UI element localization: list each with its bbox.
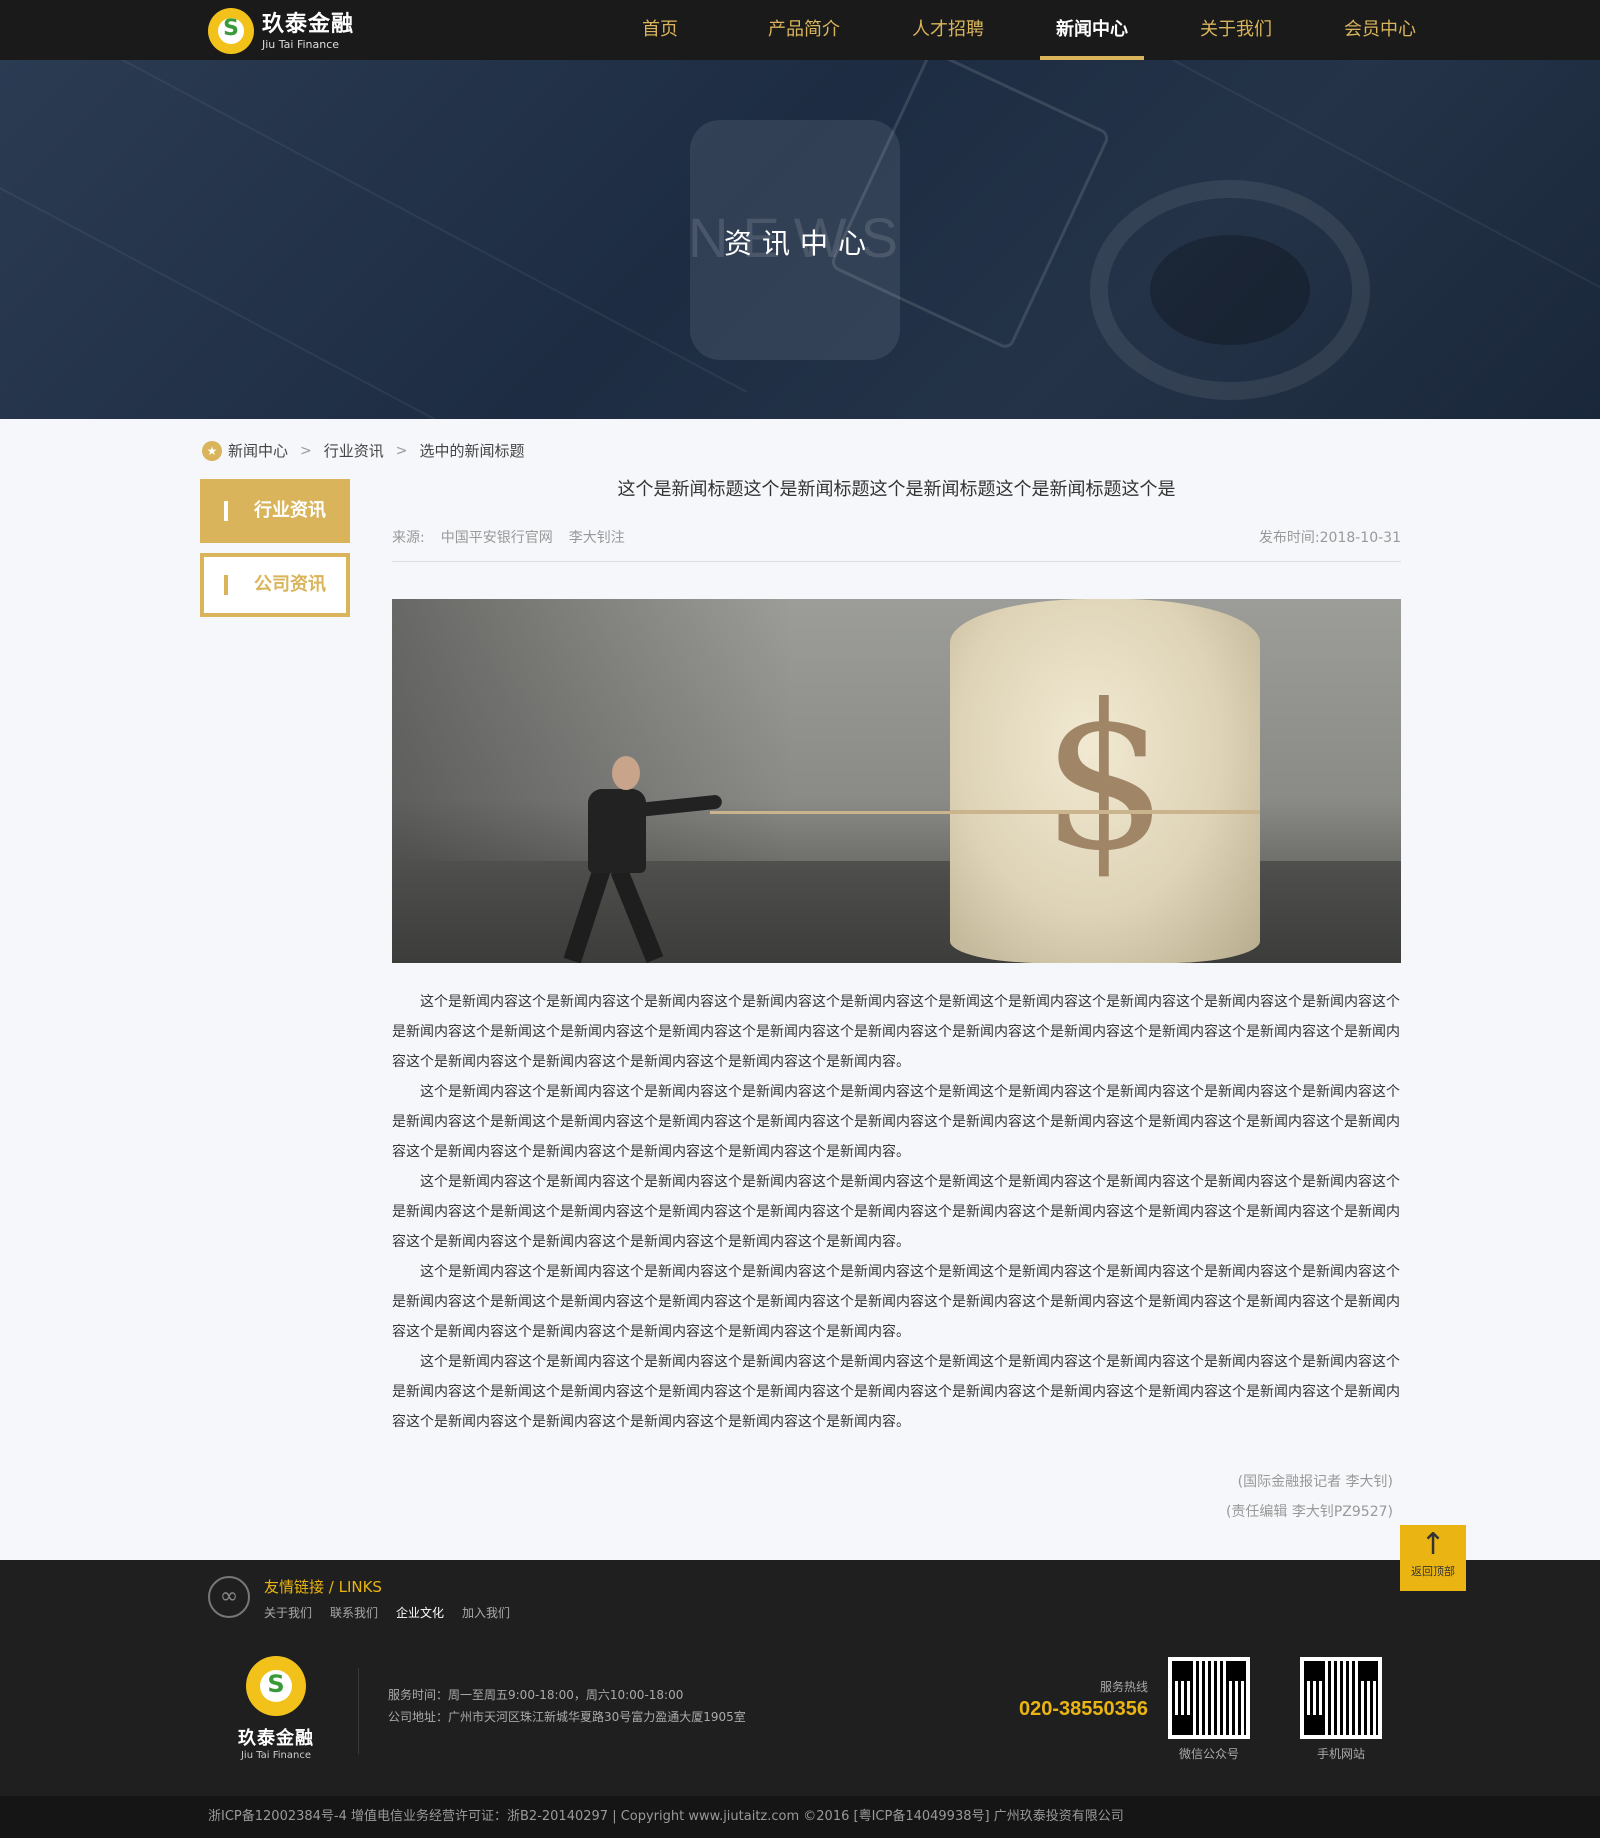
nav-about[interactable]: 关于我们 — [1164, 0, 1308, 60]
footer-link-culture[interactable]: 企业文化 — [396, 1604, 444, 1621]
article-date: 2018-10-31 — [1319, 530, 1401, 546]
article-body: 这个是新闻内容这个是新闻内容这个是新闻内容这个是新闻内容这个是新闻内容这个是新闻… — [392, 987, 1401, 1437]
dollar-icon: $ — [1041, 662, 1169, 895]
nav-products[interactable]: 产品简介 — [732, 0, 876, 60]
company-address: 公司地址：广州市天河区珠江新城华夏路30号富力盈通大厦1905室 — [388, 1710, 746, 1724]
breadcrumb-industry[interactable]: 行业资讯 — [324, 440, 384, 461]
logo-subtitle: Jiu Tai Finance — [262, 37, 340, 51]
article-image: $ — [392, 599, 1401, 963]
copyright-bar: 浙ICP备12002384号-4 增值电信业务经营许可证：浙B2-2014029… — [0, 1796, 1600, 1838]
footer-link-about[interactable]: 关于我们 — [264, 1604, 312, 1621]
service-hours: 服务时间：周一至周五9:00-18:00，周六10:00-18:00 — [388, 1688, 684, 1702]
article-credits: (国际金融报记者 李大钊) (责任编辑 李大钊PZ9527) — [392, 1467, 1401, 1527]
article-paragraph: 这个是新闻内容这个是新闻内容这个是新闻内容这个是新闻内容这个是新闻内容这个是新闻… — [392, 994, 1400, 1070]
company-info: 服务时间：周一至周五9:00-18:00，周六10:00-18:00 公司地址：… — [388, 1684, 746, 1728]
article-paragraph: 这个是新闻内容这个是新闻内容这个是新闻内容这个是新闻内容这个是新闻内容这个是新闻… — [392, 1174, 1400, 1250]
link-icon: ∞ — [208, 1576, 250, 1618]
nav-careers[interactable]: 人才招聘 — [876, 0, 1020, 60]
article-paragraph: 这个是新闻内容这个是新闻内容这个是新闻内容这个是新闻内容这个是新闻内容这个是新闻… — [392, 1264, 1400, 1340]
qr-code-icon — [1304, 1661, 1378, 1735]
footer-logo-name: 玖泰金融 — [238, 1728, 314, 1749]
article-title: 这个是新闻标题这个是新闻标题这个是新闻标题这个是新闻标题这个是 — [617, 479, 1176, 500]
footer-logo: 玖泰金融 Jiu Tai Finance — [236, 1656, 316, 1761]
wechat-qr: 微信公众号 — [1164, 1657, 1254, 1762]
editor-credit: (责任编辑 李大钊PZ9527) — [1225, 1504, 1393, 1520]
news-article: 这个是新闻标题这个是新闻标题这个是新闻标题这个是新闻标题这个是 来源: 中国平安银… — [392, 470, 1401, 1527]
back-to-top-button[interactable]: ↑ 返回顶部 — [1400, 1525, 1466, 1591]
logo-icon — [246, 1656, 306, 1716]
article-meta: 来源: 中国平安银行官网 李大钊注 发布时间:2018-10-31 — [392, 520, 1401, 562]
qr-label: 微信公众号 — [1178, 1747, 1239, 1761]
links-title: 友情链接 / LINKS — [264, 1578, 382, 1596]
article-source: 中国平安银行官网 — [440, 530, 553, 546]
footer-link-join[interactable]: 加入我们 — [462, 1604, 510, 1621]
hotline-label: 服务热线 — [1099, 1680, 1148, 1694]
arrow-up-icon: ↑ — [1420, 1527, 1446, 1562]
footer-logo-subtitle: Jiu Tai Finance — [240, 1750, 312, 1761]
source-label: 来源: — [392, 530, 425, 546]
hotline-number: 020-38550356 — [1018, 1698, 1148, 1720]
nav-home[interactable]: 首页 — [588, 0, 732, 60]
friend-links: 关于我们 联系我们 企业文化 加入我们 — [264, 1604, 528, 1621]
star-icon: ★ — [202, 440, 222, 461]
money-bag: $ — [950, 599, 1260, 963]
banner-title: 资讯中心 — [723, 227, 876, 260]
nav-member[interactable]: 会员中心 — [1308, 0, 1452, 60]
article-paragraph: 这个是新闻内容这个是新闻内容这个是新闻内容这个是新闻内容这个是新闻内容这个是新闻… — [392, 1354, 1400, 1430]
footer-divider — [358, 1668, 359, 1754]
main-nav: 首页 产品简介 人才招聘 新闻中心 关于我们 会员中心 — [588, 0, 1452, 60]
chevron-right-icon: > — [395, 442, 408, 459]
sidebar-item-label: 公司资讯 — [254, 574, 326, 595]
reporter-credit: (国际金融报记者 李大钊) — [1237, 1474, 1393, 1490]
site-header: 玖泰金融 Jiu Tai Finance 首页 产品简介 人才招聘 新闻中心 关… — [0, 0, 1600, 60]
back-to-top-label: 返回顶部 — [1411, 1565, 1455, 1578]
article-paragraph: 这个是新闻内容这个是新闻内容这个是新闻内容这个是新闻内容这个是新闻内容这个是新闻… — [392, 1084, 1400, 1160]
breadcrumb: ★ 新闻中心 > 行业资讯 > 选中的新闻标题 — [202, 440, 525, 461]
chevron-right-icon: > — [300, 442, 312, 459]
sidebar-item-label: 行业资讯 — [254, 500, 326, 521]
site-logo[interactable]: 玖泰金融 Jiu Tai Finance — [208, 8, 354, 54]
breadcrumb-news[interactable]: 新闻中心 — [228, 440, 288, 461]
site-footer: ∞ 友情链接 / LINKS 关于我们 联系我们 企业文化 加入我们 玖泰金融 … — [0, 1560, 1600, 1796]
footer-link-contact[interactable]: 联系我们 — [330, 1604, 378, 1621]
breadcrumb-current: 选中的新闻标题 — [419, 442, 525, 460]
sidebar-item-industry-news[interactable]: 行业资讯 — [200, 479, 350, 543]
category-sidebar: 行业资讯 公司资讯 — [200, 479, 350, 627]
sidebar-item-company-news[interactable]: 公司资讯 — [200, 553, 350, 617]
logo-icon — [208, 8, 254, 54]
nav-news[interactable]: 新闻中心 — [1020, 0, 1164, 60]
qr-code-icon — [1172, 1661, 1246, 1735]
businessman-figure — [612, 756, 640, 790]
qr-label: 手机网站 — [1316, 1747, 1365, 1761]
article-author: 李大钊注 — [568, 530, 625, 546]
bar-marker — [224, 501, 228, 521]
logo-name: 玖泰金融 — [262, 11, 355, 37]
bar-marker — [224, 575, 228, 595]
mobile-site-qr: 手机网站 — [1296, 1657, 1386, 1762]
date-label: 发布时间: — [1258, 530, 1320, 546]
